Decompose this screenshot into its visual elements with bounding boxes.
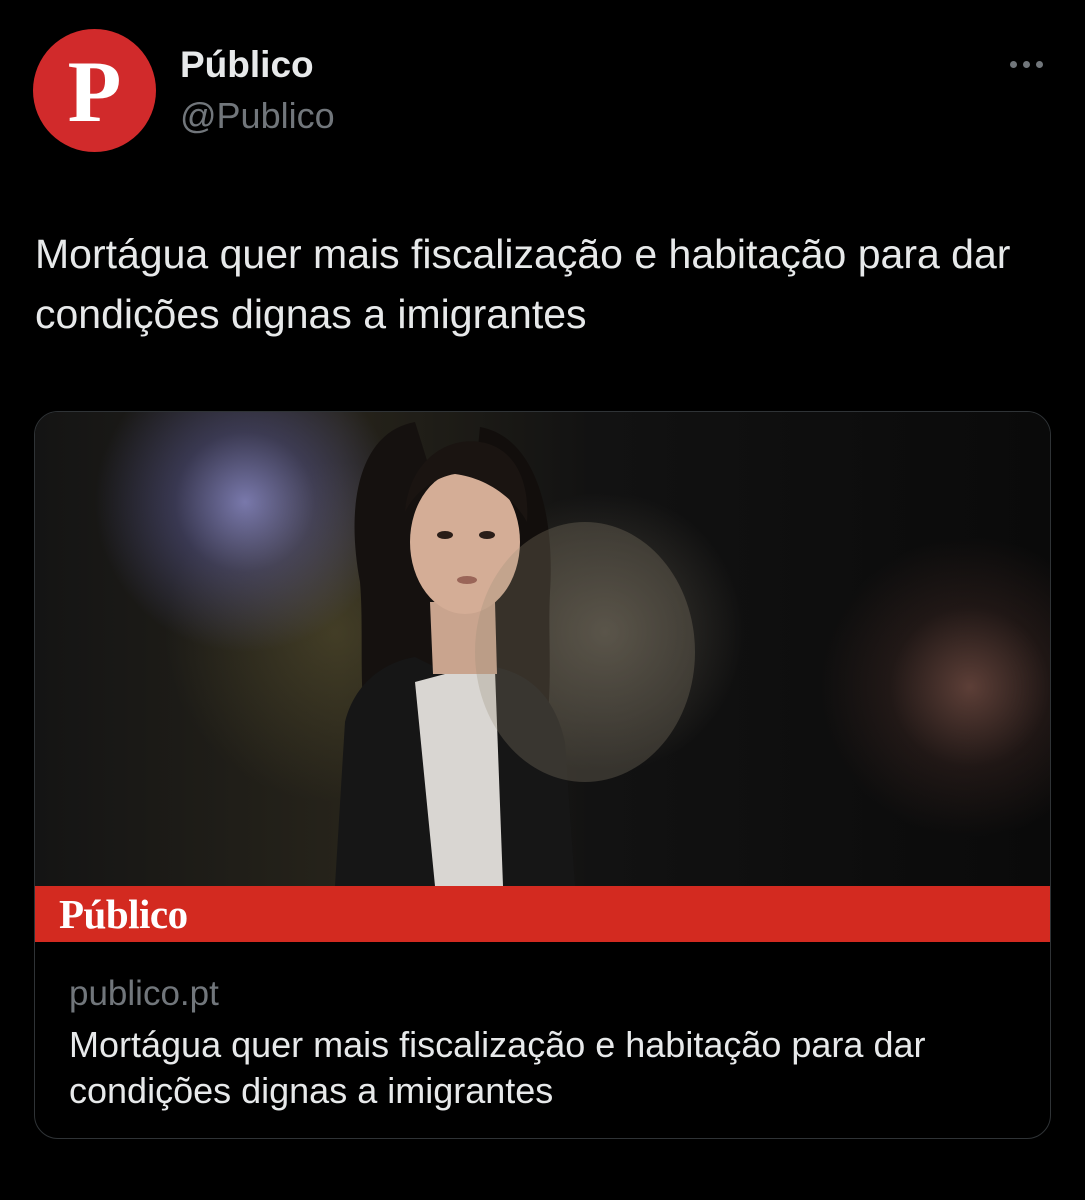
user-handle[interactable]: @Publico	[180, 95, 335, 137]
more-horizontal-icon	[1009, 60, 1017, 68]
card-domain: publico.pt	[69, 974, 219, 1013]
publico-logo-icon: P	[67, 43, 122, 141]
blur-overlay	[475, 522, 695, 782]
link-preview-card[interactable]: Público publico.pt Mortágua quer mais fi…	[34, 411, 1051, 1139]
more-dot	[1035, 60, 1043, 68]
publico-brand-banner: Público	[35, 886, 1050, 942]
more-options-button[interactable]	[998, 48, 1054, 80]
tweet[interactable]: P Público @Publico Mortágua quer mais fi…	[0, 0, 1085, 1200]
more-dot	[1022, 60, 1030, 68]
card-title[interactable]: Mortágua quer mais fiscalização e habita…	[69, 1022, 1019, 1114]
avatar[interactable]: P	[33, 29, 156, 152]
tweet-text: Mortágua quer mais fiscalização e habita…	[35, 231, 1011, 337]
display-name[interactable]: Público	[180, 44, 314, 86]
publico-wordmark: Público	[59, 891, 188, 937]
article-photo	[35, 412, 1050, 886]
